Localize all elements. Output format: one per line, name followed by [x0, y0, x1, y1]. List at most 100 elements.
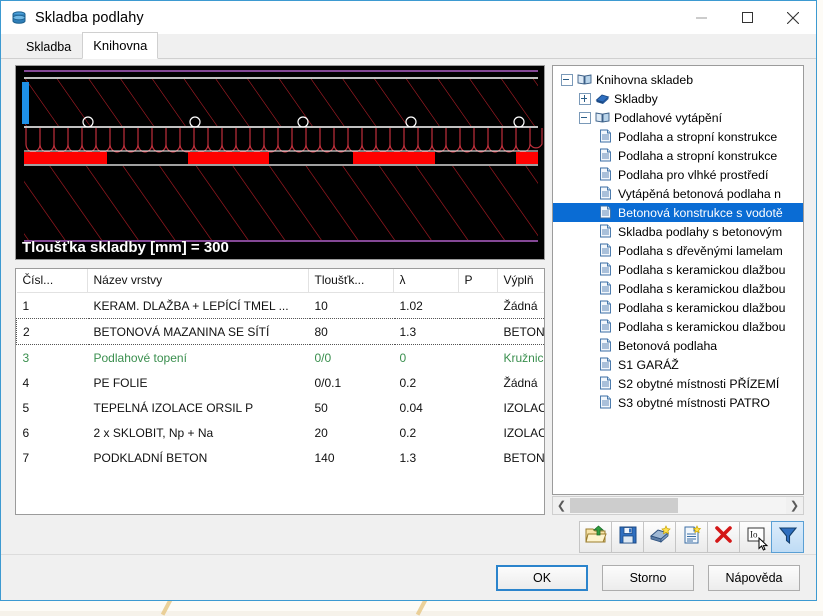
cell-lambda: 1.3: [393, 319, 458, 345]
tree-item-label: S3 obytné místnosti PATRO: [618, 396, 770, 410]
tree-item-keramicka-dlazba-4[interactable]: Podlaha s keramickou dlažbou: [553, 317, 803, 336]
cell-fill: IZOLACE_TEPEL...: [497, 395, 545, 420]
tree-node-skladby[interactable]: Skladby: [553, 89, 803, 108]
red-x-icon: [714, 525, 733, 549]
tree-item-podlaha-stropni-2[interactable]: Podlaha a stropní konstrukce: [553, 146, 803, 165]
tree-item-label: S1 GARÁŽ: [618, 358, 679, 372]
tree-item-keramicka-dlazba-2[interactable]: Podlaha s keramickou dlažbou: [553, 279, 803, 298]
tree-item-label: Podlaha pro vlhké prostředí: [618, 168, 768, 182]
document-icon: [599, 167, 614, 182]
layers-table-container[interactable]: Čísl... Název vrstvy Tloušťk... λ P Výpl…: [15, 268, 545, 515]
scroll-right-arrow-icon[interactable]: ❯: [786, 497, 803, 514]
cell-name: BETONOVÁ MAZANINA SE SÍTÍ: [87, 319, 308, 345]
close-button[interactable]: [770, 1, 816, 34]
cell-thickness: 140: [308, 445, 393, 470]
cad-preview-drawing: [16, 66, 544, 259]
cell-fill: Žádná: [497, 370, 545, 395]
tree-item-vytapena-betonova[interactable]: Vytápěná betonová podlaha n: [553, 184, 803, 203]
tree-item-drevenymi-lamelami[interactable]: Podlaha s dřevěnými lamelam: [553, 241, 803, 260]
tree-item-label: Skladba podlahy s betonovým: [618, 225, 782, 239]
book-blue-icon: [595, 91, 610, 106]
rename-item-button[interactable]: Io: [739, 521, 772, 553]
cell-fill: IZOLACE_VODO...: [497, 420, 545, 445]
cell-lambda: 0.2: [393, 420, 458, 445]
tree-node-label: Podlahové vytápění: [614, 111, 722, 125]
tree-item-betonova-podlaha[interactable]: Betonová podlaha: [553, 336, 803, 355]
table-row[interactable]: 1 KERAM. DLAŽBA + LEPÍCÍ TMEL ... 10 1.0…: [17, 293, 546, 319]
window-controls: [678, 1, 816, 34]
library-tree[interactable]: Knihovna skladeb Skladby Podlahové vytáp…: [552, 65, 804, 495]
cell-thickness: 0/0.1: [308, 370, 393, 395]
title-bar: Skladba podlahy: [1, 1, 816, 34]
cell-thickness: 20: [308, 420, 393, 445]
document-icon: [599, 262, 614, 277]
cancel-button[interactable]: Storno: [602, 565, 694, 591]
left-panel: Tloušťka skladby [mm] = 300 Čísl... Náze…: [15, 65, 545, 260]
scrollbar-track[interactable]: [570, 497, 786, 514]
scroll-left-arrow-icon[interactable]: ❮: [553, 497, 570, 514]
open-library-button[interactable]: [579, 521, 612, 553]
tree-item-podlaha-vlhke[interactable]: Podlaha pro vlhké prostředí: [553, 165, 803, 184]
thickness-label: Tloušťka skladby [mm] = 300: [22, 239, 229, 256]
collapse-minus-icon[interactable]: [579, 112, 591, 124]
column-header-thickness[interactable]: Tloušťk...: [308, 269, 393, 293]
new-library-button[interactable]: [643, 521, 676, 553]
tab-knihovna[interactable]: Knihovna: [82, 32, 158, 59]
new-item-button[interactable]: [675, 521, 708, 553]
delete-item-button[interactable]: [707, 521, 740, 553]
column-header-name[interactable]: Název vrstvy: [87, 269, 308, 293]
cell-p: [458, 319, 497, 345]
cell-number: 1: [17, 293, 88, 319]
tree-node-knihovna-skladeb[interactable]: Knihovna skladeb: [553, 70, 803, 89]
tree-item-label: Podlaha a stropní konstrukce: [618, 149, 777, 163]
table-row[interactable]: 3 Podlahové topení 0/0 0 Kružnice: [17, 345, 546, 371]
table-row[interactable]: 2 BETONOVÁ MAZANINA SE SÍTÍ 80 1.3 BETON…: [17, 319, 546, 345]
database-icon: [11, 10, 27, 26]
filter-button[interactable]: [771, 521, 804, 553]
tree-item-s1-garaz[interactable]: S1 GARÁŽ: [553, 355, 803, 374]
cell-thickness: 80: [308, 319, 393, 345]
collapse-minus-icon[interactable]: [561, 74, 573, 86]
tab-strip: Skladba Knihovna: [1, 34, 816, 59]
tree-item-s2-prizemi[interactable]: S2 obytné místnosti PŘÍZEMÍ: [553, 374, 803, 393]
table-row[interactable]: 5 TEPELNÁ IZOLACE ORSIL P 50 0.04 IZOLAC…: [17, 395, 546, 420]
save-library-button[interactable]: [611, 521, 644, 553]
document-icon: [599, 205, 614, 220]
table-row[interactable]: 6 2 x SKLOBIT, Np + Na 20 0.2 IZOLACE_VO…: [17, 420, 546, 445]
scrollbar-thumb[interactable]: [570, 498, 678, 513]
document-icon: [599, 395, 614, 410]
tree-item-skladba-betonovym[interactable]: Skladba podlahy s betonovým: [553, 222, 803, 241]
cell-thickness: 50: [308, 395, 393, 420]
tree-horizontal-scrollbar[interactable]: ❮ ❯: [552, 496, 804, 515]
tree-item-label: Podlaha a stropní konstrukce: [618, 130, 777, 144]
maximize-button[interactable]: [724, 1, 770, 34]
document-icon: [599, 300, 614, 315]
cell-lambda: 1.02: [393, 293, 458, 319]
svg-text:Io: Io: [750, 529, 758, 539]
minimize-button[interactable]: [678, 1, 724, 34]
cell-p: [458, 445, 497, 470]
tree-node-podlahove-vytapeni[interactable]: Podlahové vytápění: [553, 108, 803, 127]
column-header-p[interactable]: P: [458, 269, 497, 293]
page-title: Skladba podlahy: [35, 10, 144, 26]
table-row[interactable]: 4 PE FOLIE 0/0.1 0.2 Žádná: [17, 370, 546, 395]
tree-item-s3-patro[interactable]: S3 obytné místnosti PATRO: [553, 393, 803, 412]
column-header-number[interactable]: Čísl...: [17, 269, 88, 293]
cell-name: Podlahové topení: [87, 345, 308, 371]
column-header-lambda[interactable]: λ: [393, 269, 458, 293]
tree-item-label: S2 obytné místnosti PŘÍZEMÍ: [618, 377, 779, 391]
help-button[interactable]: Nápověda: [708, 565, 800, 591]
tree-item-keramicka-dlazba-1[interactable]: Podlaha s keramickou dlažbou: [553, 260, 803, 279]
library-toolbar: Io: [552, 520, 804, 554]
tree-item-label: Podlaha s keramickou dlažbou: [618, 320, 785, 334]
tab-skladba[interactable]: Skladba: [15, 35, 82, 59]
table-row[interactable]: 7 PODKLADNÍ BETON 140 1.3 BETON-PROSTY: [17, 445, 546, 470]
cad-preview[interactable]: Tloušťka skladby [mm] = 300: [15, 65, 545, 260]
expand-plus-icon[interactable]: [579, 93, 591, 105]
column-header-fill[interactable]: Výplň: [497, 269, 545, 293]
tree-item-betonova-konstrukce-selected[interactable]: Betonová konstrukce s vodotě: [553, 203, 803, 222]
cell-lambda: 0.2: [393, 370, 458, 395]
ok-button[interactable]: OK: [496, 565, 588, 591]
tree-item-podlaha-stropni-1[interactable]: Podlaha a stropní konstrukce: [553, 127, 803, 146]
tree-item-keramicka-dlazba-3[interactable]: Podlaha s keramickou dlažbou: [553, 298, 803, 317]
